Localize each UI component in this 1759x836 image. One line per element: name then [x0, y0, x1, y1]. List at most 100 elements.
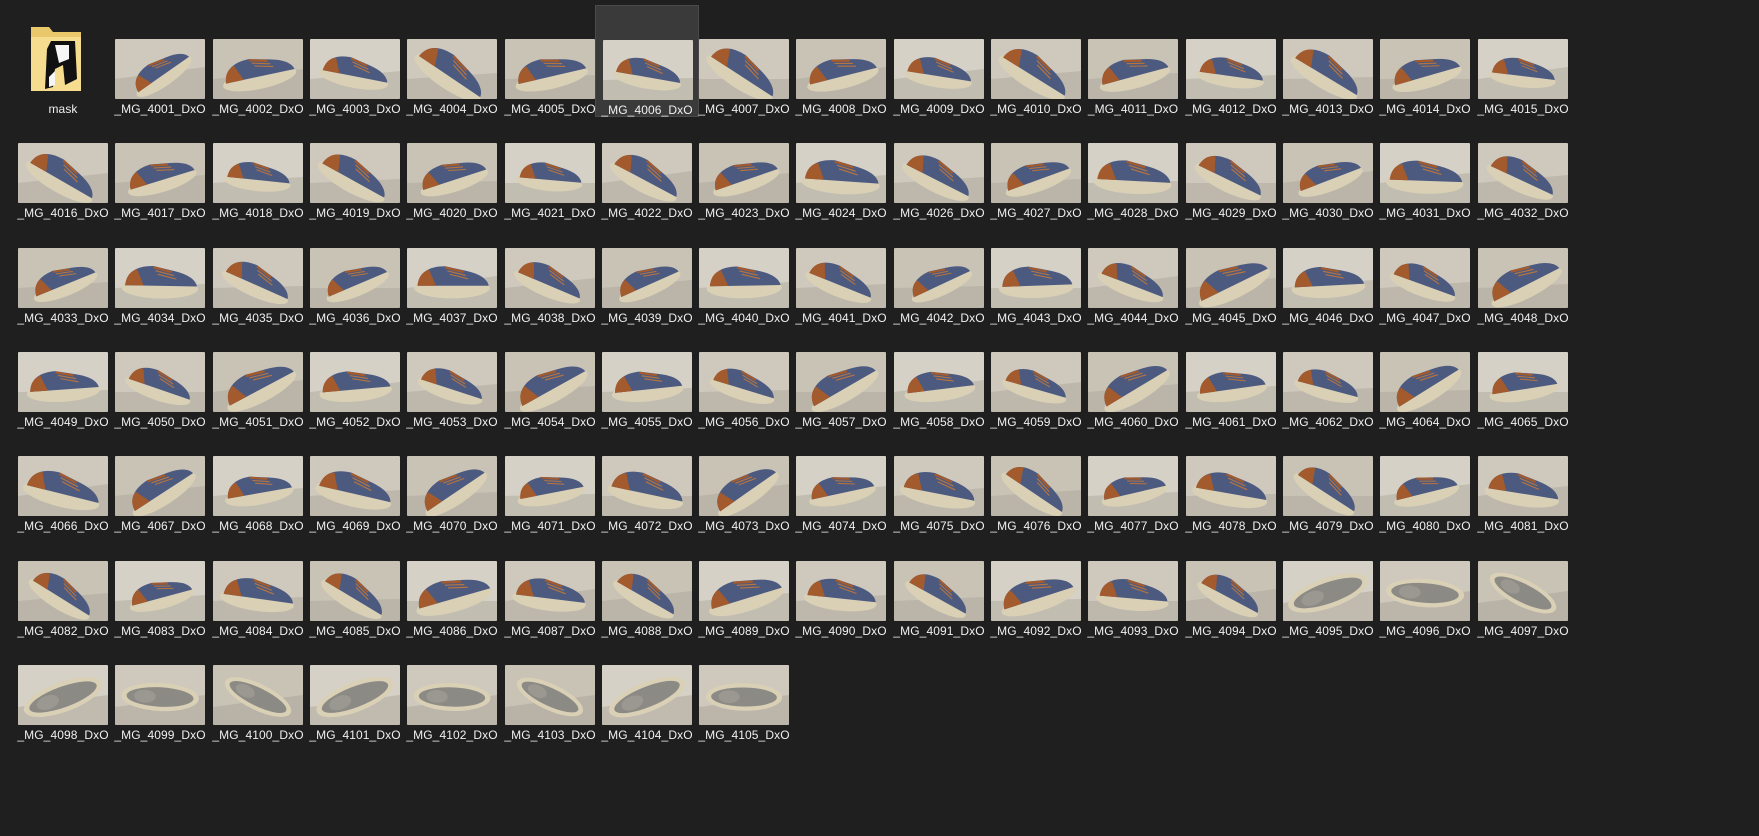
file-item[interactable]: _MG_4089_DxO — [692, 527, 796, 639]
file-item[interactable]: _MG_4055_DxO — [595, 318, 699, 430]
file-item[interactable]: _MG_4039_DxO — [595, 214, 699, 326]
file-item[interactable]: _MG_4064_DxO — [1373, 318, 1477, 430]
file-item[interactable]: _MG_4093_DxO — [1081, 527, 1185, 639]
file-item[interactable]: _MG_4031_DxO — [1373, 109, 1477, 221]
file-item[interactable]: _MG_4102_DxO — [400, 631, 504, 743]
file-item[interactable]: _MG_4001_DxO — [108, 5, 212, 117]
file-item[interactable]: _MG_4021_DxO — [498, 109, 602, 221]
file-item[interactable]: _MG_4092_DxO — [984, 527, 1088, 639]
file-item[interactable]: _MG_4099_DxO — [108, 631, 212, 743]
file-item[interactable]: _MG_4050_DxO — [108, 318, 212, 430]
file-item[interactable]: _MG_4075_DxO — [887, 422, 991, 534]
file-item[interactable]: _MG_4023_DxO — [692, 109, 796, 221]
file-item[interactable]: _MG_4095_DxO — [1276, 527, 1380, 639]
file-item[interactable]: _MG_4067_DxO — [108, 422, 212, 534]
file-item[interactable]: _MG_4017_DxO — [108, 109, 212, 221]
file-item[interactable]: _MG_4100_DxO — [206, 631, 310, 743]
file-item[interactable]: _MG_4003_DxO — [303, 5, 407, 117]
file-item[interactable]: _MG_4052_DxO — [303, 318, 407, 430]
file-item[interactable]: _MG_4008_DxO — [789, 5, 893, 117]
file-item[interactable]: _MG_4090_DxO — [789, 527, 893, 639]
file-item[interactable]: _MG_4096_DxO — [1373, 527, 1477, 639]
file-item[interactable]: _MG_4012_DxO — [1179, 5, 1283, 117]
file-item[interactable]: _MG_4078_DxO — [1179, 422, 1283, 534]
file-item[interactable]: _MG_4058_DxO — [887, 318, 991, 430]
file-item[interactable]: _MG_4034_DxO — [108, 214, 212, 326]
file-item[interactable]: _MG_4026_DxO — [887, 109, 991, 221]
file-item[interactable]: _MG_4042_DxO — [887, 214, 991, 326]
file-item[interactable]: _MG_4094_DxO — [1179, 527, 1283, 639]
file-item[interactable]: _MG_4029_DxO — [1179, 109, 1283, 221]
file-item[interactable]: _MG_4038_DxO — [498, 214, 602, 326]
file-item[interactable]: _MG_4045_DxO — [1179, 214, 1283, 326]
file-item[interactable]: _MG_4071_DxO — [498, 422, 602, 534]
file-item[interactable]: _MG_4076_DxO — [984, 422, 1088, 534]
file-item[interactable]: _MG_4048_DxO — [1471, 214, 1575, 326]
file-item[interactable]: _MG_4056_DxO — [692, 318, 796, 430]
file-item[interactable]: _MG_4014_DxO — [1373, 5, 1477, 117]
file-item[interactable]: _MG_4066_DxO — [11, 422, 115, 534]
file-item[interactable]: _MG_4007_DxO — [692, 5, 796, 117]
file-item[interactable]: _MG_4036_DxO — [303, 214, 407, 326]
file-item[interactable]: _MG_4002_DxO — [206, 5, 310, 117]
file-item[interactable]: _MG_4035_DxO — [206, 214, 310, 326]
file-item[interactable]: _MG_4082_DxO — [11, 527, 115, 639]
file-item[interactable]: _MG_4061_DxO — [1179, 318, 1283, 430]
file-item[interactable]: _MG_4046_DxO — [1276, 214, 1380, 326]
file-item[interactable]: _MG_4057_DxO — [789, 318, 893, 430]
file-item[interactable]: _MG_4086_DxO — [400, 527, 504, 639]
file-item[interactable]: _MG_4009_DxO — [887, 5, 991, 117]
file-item[interactable]: _MG_4051_DxO — [206, 318, 310, 430]
file-item[interactable]: _MG_4103_DxO — [498, 631, 602, 743]
file-item[interactable]: _MG_4040_DxO — [692, 214, 796, 326]
file-item[interactable]: _MG_4084_DxO — [206, 527, 310, 639]
file-item[interactable]: _MG_4085_DxO — [303, 527, 407, 639]
file-item[interactable]: _MG_4091_DxO — [887, 527, 991, 639]
file-item[interactable]: _MG_4098_DxO — [11, 631, 115, 743]
folder-item-mask[interactable]: mask — [11, 5, 115, 117]
file-item[interactable]: _MG_4006_DxO — [595, 5, 699, 117]
file-item[interactable]: _MG_4015_DxO — [1471, 5, 1575, 117]
file-item[interactable]: _MG_4004_DxO — [400, 5, 504, 117]
file-item[interactable]: _MG_4068_DxO — [206, 422, 310, 534]
file-item[interactable]: _MG_4041_DxO — [789, 214, 893, 326]
file-item[interactable]: _MG_4037_DxO — [400, 214, 504, 326]
file-item[interactable]: _MG_4077_DxO — [1081, 422, 1185, 534]
file-item[interactable]: _MG_4062_DxO — [1276, 318, 1380, 430]
file-item[interactable]: _MG_4087_DxO — [498, 527, 602, 639]
file-item[interactable]: _MG_4043_DxO — [984, 214, 1088, 326]
file-item[interactable]: _MG_4081_DxO — [1471, 422, 1575, 534]
file-item[interactable]: _MG_4032_DxO — [1471, 109, 1575, 221]
file-item[interactable]: _MG_4059_DxO — [984, 318, 1088, 430]
file-item[interactable]: _MG_4047_DxO — [1373, 214, 1477, 326]
file-item[interactable]: _MG_4027_DxO — [984, 109, 1088, 221]
file-item[interactable]: _MG_4101_DxO — [303, 631, 407, 743]
file-item[interactable]: _MG_4073_DxO — [692, 422, 796, 534]
file-item[interactable]: _MG_4013_DxO — [1276, 5, 1380, 117]
file-item[interactable]: _MG_4065_DxO — [1471, 318, 1575, 430]
file-item[interactable]: _MG_4028_DxO — [1081, 109, 1185, 221]
file-item[interactable]: _MG_4079_DxO — [1276, 422, 1380, 534]
file-item[interactable]: _MG_4030_DxO — [1276, 109, 1380, 221]
file-item[interactable]: _MG_4060_DxO — [1081, 318, 1185, 430]
file-item[interactable]: _MG_4104_DxO — [595, 631, 699, 743]
file-item[interactable]: _MG_4053_DxO — [400, 318, 504, 430]
file-item[interactable]: _MG_4010_DxO — [984, 5, 1088, 117]
file-item[interactable]: _MG_4080_DxO — [1373, 422, 1477, 534]
file-item[interactable]: _MG_4072_DxO — [595, 422, 699, 534]
file-item[interactable]: _MG_4097_DxO — [1471, 527, 1575, 639]
file-item[interactable]: _MG_4044_DxO — [1081, 214, 1185, 326]
file-item[interactable]: _MG_4011_DxO — [1081, 5, 1185, 117]
file-item[interactable]: _MG_4005_DxO — [498, 5, 602, 117]
file-item[interactable]: _MG_4022_DxO — [595, 109, 699, 221]
file-item[interactable]: _MG_4083_DxO — [108, 527, 212, 639]
file-item[interactable]: _MG_4024_DxO — [789, 109, 893, 221]
file-item[interactable]: _MG_4019_DxO — [303, 109, 407, 221]
file-item[interactable]: _MG_4069_DxO — [303, 422, 407, 534]
file-item[interactable]: _MG_4049_DxO — [11, 318, 115, 430]
file-item[interactable]: _MG_4033_DxO — [11, 214, 115, 326]
file-item[interactable]: _MG_4088_DxO — [595, 527, 699, 639]
file-item[interactable]: _MG_4020_DxO — [400, 109, 504, 221]
file-item[interactable]: _MG_4074_DxO — [789, 422, 893, 534]
file-item[interactable]: _MG_4070_DxO — [400, 422, 504, 534]
